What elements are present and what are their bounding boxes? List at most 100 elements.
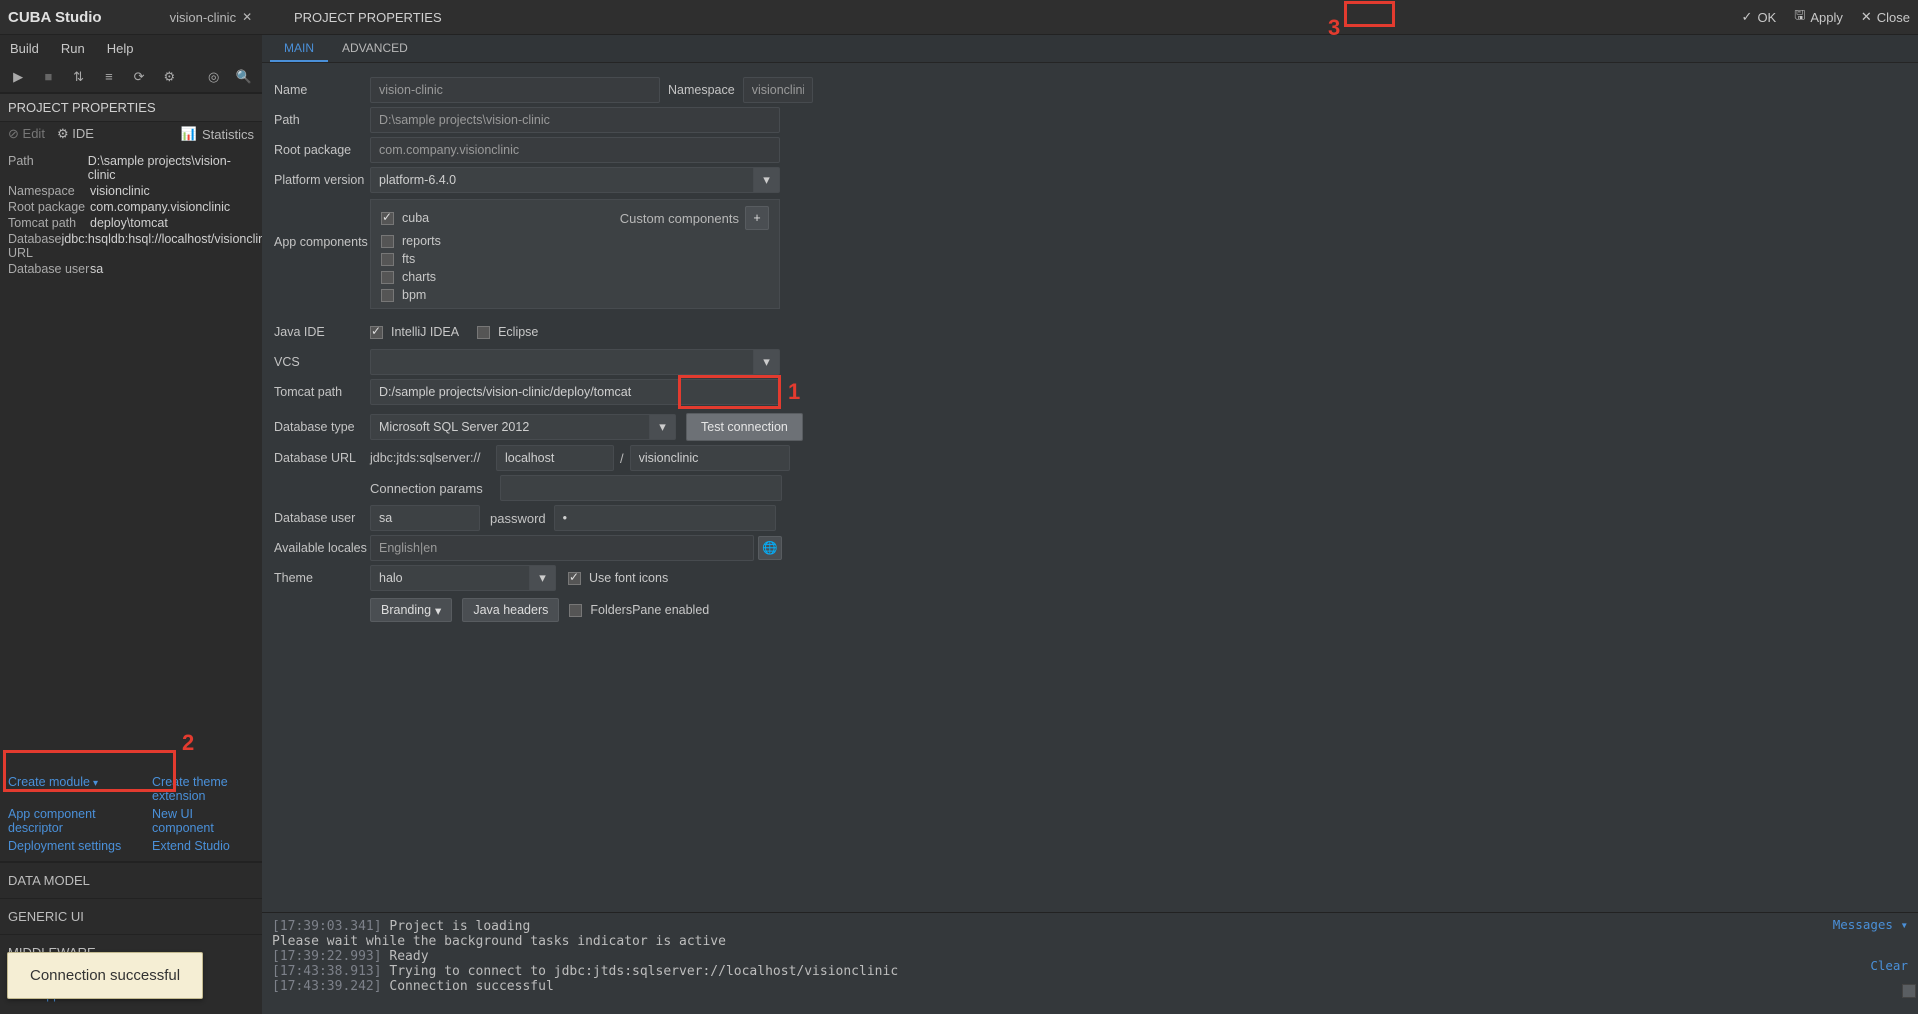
- chk-cuba[interactable]: cuba: [381, 211, 429, 225]
- chk-fts[interactable]: fts: [381, 252, 769, 266]
- close-icon[interactable]: ✕: [242, 10, 252, 24]
- label-path: Path: [274, 113, 370, 127]
- label-custom-components: Custom components: [620, 211, 739, 226]
- scrollbar-handle[interactable]: [1902, 984, 1916, 998]
- chevron-down-icon: ▾: [539, 570, 546, 586]
- java-headers-button[interactable]: Java headers: [462, 598, 559, 622]
- label-password: password: [490, 511, 546, 526]
- chevron-down-icon: ▾: [435, 603, 441, 618]
- db-host-field[interactable]: [496, 445, 614, 471]
- project-tab-label: vision-clinic: [170, 10, 236, 25]
- connection-params-field[interactable]: [500, 475, 782, 501]
- ok-label: OK: [1757, 10, 1776, 25]
- globe-icon: 🌐: [762, 541, 778, 556]
- target-icon[interactable]: ◎: [206, 68, 222, 86]
- menu-run[interactable]: Run: [61, 41, 85, 56]
- label-java-ide: Java IDE: [274, 325, 370, 339]
- platform-version-select[interactable]: [370, 167, 754, 193]
- label-available-locales: Available locales: [274, 541, 370, 555]
- apply-label: Apply: [1810, 10, 1843, 25]
- chk-bpm[interactable]: bpm: [381, 288, 769, 302]
- label-vcs: VCS: [274, 355, 370, 369]
- close-icon: ✕: [1861, 9, 1872, 25]
- link-deployment-settings[interactable]: Deployment settings: [8, 839, 142, 853]
- chk-reports[interactable]: reports: [381, 234, 769, 248]
- chevron-down-icon: ▾: [763, 172, 770, 188]
- search-icon[interactable]: 🔍: [236, 68, 252, 86]
- link-new-ui-component[interactable]: New UI component: [152, 807, 254, 835]
- add-custom-component-button[interactable]: +: [745, 206, 769, 230]
- chevron-down-icon: ▾: [763, 354, 770, 370]
- label-tomcat-path: Tomcat path: [274, 385, 370, 399]
- theme-dropdown[interactable]: ▾: [530, 565, 556, 591]
- namespace-field[interactable]: [743, 77, 813, 103]
- tab-advanced[interactable]: ADVANCED: [328, 35, 422, 62]
- chk-use-font-icons[interactable]: Use font icons: [568, 571, 668, 585]
- password-field[interactable]: [554, 505, 776, 531]
- section-project-properties: PROJECT PROPERTIES: [0, 93, 262, 122]
- branding-button[interactable]: Branding ▾: [370, 598, 452, 622]
- database-type-dropdown[interactable]: ▾: [650, 414, 676, 440]
- db-icon[interactable]: ≡: [101, 68, 117, 86]
- root-package-field: [370, 137, 780, 163]
- project-tab[interactable]: vision-clinic ✕: [170, 10, 253, 25]
- connection-toast: Connection successful: [7, 952, 203, 999]
- menu-help[interactable]: Help: [107, 41, 134, 56]
- category-data-model[interactable]: DATA MODEL: [0, 862, 262, 898]
- app-components-box: cuba Custom components + reports fts cha…: [370, 199, 780, 309]
- database-user-field[interactable]: [370, 505, 480, 531]
- log-console: [17:39:03.341] Project is loading Please…: [262, 912, 1918, 1014]
- locales-globe-button[interactable]: 🌐: [758, 536, 782, 560]
- tab-main[interactable]: MAIN: [270, 35, 328, 62]
- radio-intellij[interactable]: IntelliJ IDEA: [370, 325, 459, 339]
- clear-link[interactable]: Clear: [1870, 958, 1908, 973]
- ide-button[interactable]: ⚙ IDE: [57, 126, 94, 142]
- test-connection-button[interactable]: Test connection: [686, 413, 803, 441]
- radio-eclipse[interactable]: Eclipse: [477, 325, 538, 339]
- available-locales-field: [370, 535, 754, 561]
- label-connection-params: Connection params: [370, 481, 500, 496]
- statistics-button[interactable]: 📊 Statistics: [181, 126, 254, 142]
- link-create-theme[interactable]: Create theme extension: [152, 775, 254, 803]
- close-button[interactable]: ✕ Close: [1861, 9, 1910, 25]
- check-icon: ✓: [1742, 9, 1753, 25]
- link-app-comp-desc[interactable]: App component descriptor: [8, 807, 142, 835]
- vcs-dropdown[interactable]: ▾: [754, 349, 780, 375]
- category-generic-ui[interactable]: GENERIC UI: [0, 898, 262, 934]
- database-type-select[interactable]: [370, 414, 650, 440]
- label-name: Name: [274, 83, 370, 97]
- stop-icon[interactable]: ■: [40, 68, 56, 86]
- ok-button[interactable]: ✓ OK: [1742, 9, 1777, 25]
- theme-select[interactable]: [370, 565, 530, 591]
- platform-version-dropdown[interactable]: ▾: [754, 167, 780, 193]
- reload-icon[interactable]: ⟳: [131, 68, 147, 86]
- db-name-field[interactable]: [630, 445, 790, 471]
- menu-build[interactable]: Build: [10, 41, 39, 56]
- vcs-select[interactable]: [370, 349, 754, 375]
- path-field: [370, 107, 780, 133]
- plus-icon: +: [753, 211, 760, 225]
- tree-icon[interactable]: ⇅: [71, 68, 87, 86]
- apply-button[interactable]: 🖫 Apply: [1794, 6, 1843, 28]
- edit-button[interactable]: ⊘ Edit: [8, 126, 45, 142]
- tomcat-path-field[interactable]: [370, 379, 780, 405]
- chk-charts[interactable]: charts: [381, 270, 769, 284]
- play-icon[interactable]: ▶: [10, 68, 26, 86]
- chevron-down-icon: ▾: [93, 778, 98, 789]
- app-title: CUBA Studio: [8, 9, 102, 26]
- db-url-separator: /: [620, 451, 624, 466]
- link-extend-studio[interactable]: Extend Studio: [152, 839, 254, 853]
- chk-folders-pane[interactable]: FoldersPane enabled: [569, 603, 709, 617]
- close-label: Close: [1877, 10, 1910, 25]
- link-icon[interactable]: ⚙: [161, 68, 177, 86]
- label-database-user: Database user: [274, 511, 370, 525]
- label-root-package: Root package: [274, 143, 370, 157]
- db-url-prefix: jdbc:jtds:sqlserver://: [370, 451, 490, 465]
- link-create-module[interactable]: Create module▾: [8, 775, 142, 803]
- name-field[interactable]: [370, 77, 660, 103]
- chart-icon: 📊: [181, 126, 197, 142]
- chevron-down-icon: ▾: [1900, 917, 1908, 932]
- messages-link[interactable]: Messages ▾: [1833, 917, 1908, 932]
- pencil-icon: ⊘: [8, 126, 19, 141]
- label-app-components: App components: [274, 199, 370, 249]
